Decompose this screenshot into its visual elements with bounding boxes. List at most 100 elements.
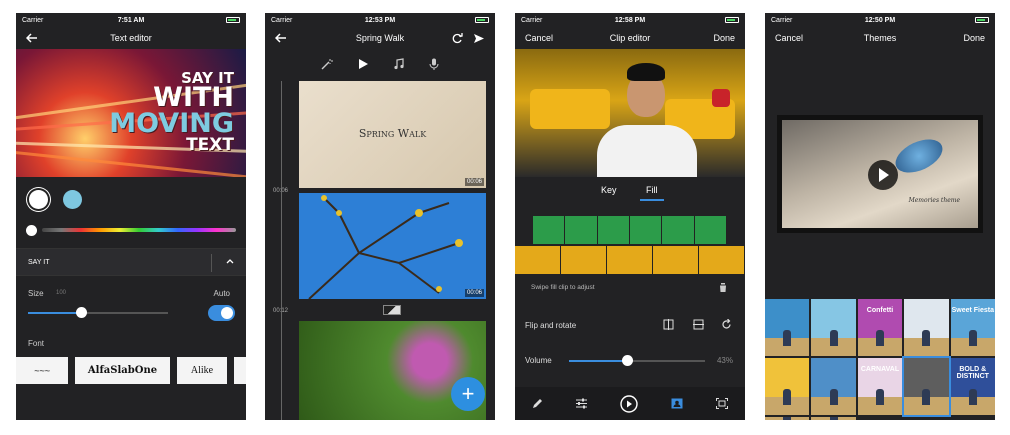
theme-label: Sweet Fiesta bbox=[951, 307, 994, 314]
add-clip-button[interactable]: + bbox=[451, 377, 485, 411]
toolbar bbox=[265, 53, 495, 75]
auto-toggle[interactable] bbox=[208, 305, 235, 321]
animated-text: SAY IT WITH MOVING TEXT bbox=[109, 70, 234, 155]
theme-tile[interactable] bbox=[765, 299, 810, 356]
volume-label: Volume bbox=[525, 356, 552, 365]
tab-fill[interactable]: Fill bbox=[646, 185, 658, 195]
magic-wand-icon[interactable] bbox=[321, 58, 333, 70]
refresh-icon[interactable] bbox=[452, 32, 463, 44]
nav-bar: Spring Walk bbox=[265, 27, 495, 49]
status-bar: Carrier 12:53 PM bbox=[265, 13, 495, 27]
trash-icon[interactable] bbox=[719, 283, 727, 292]
flip-vertical-icon[interactable] bbox=[693, 319, 704, 330]
key-clip-strip[interactable] bbox=[533, 216, 727, 244]
microphone-icon[interactable] bbox=[429, 58, 439, 70]
color-spectrum-slider[interactable] bbox=[42, 228, 236, 232]
play-icon[interactable] bbox=[620, 394, 638, 413]
adjust-icon[interactable] bbox=[575, 398, 587, 409]
clip-duration: 00:06 bbox=[464, 289, 484, 297]
theme-figure bbox=[875, 389, 884, 405]
flip-rotate-label: Flip and rotate bbox=[525, 321, 577, 330]
flip-horizontal-icon[interactable] bbox=[663, 319, 674, 330]
volume-value: 43% bbox=[716, 356, 733, 365]
send-icon[interactable] bbox=[473, 33, 485, 44]
play-button[interactable] bbox=[868, 160, 898, 190]
clock: 12:53 PM bbox=[364, 16, 396, 24]
theme-tile[interactable]: VINTAGE bbox=[765, 417, 810, 420]
font-option[interactable] bbox=[234, 357, 246, 384]
clock: 12:50 PM bbox=[864, 16, 896, 24]
theme-figure bbox=[922, 330, 931, 346]
video-clip[interactable]: 00:06 bbox=[299, 193, 486, 299]
clip-title: Spring Walk bbox=[358, 127, 427, 140]
battery-icon bbox=[725, 17, 739, 23]
color-swatch-blue[interactable] bbox=[63, 190, 82, 209]
nav-bar: Text editor bbox=[16, 27, 246, 49]
theme-figure bbox=[783, 389, 792, 405]
chevron-up-icon[interactable] bbox=[226, 258, 234, 264]
font-option-alfaslabone[interactable]: AlfaSlabOne bbox=[75, 357, 170, 384]
done-button[interactable]: Done bbox=[963, 33, 985, 43]
timestamp: 00:06 bbox=[273, 188, 289, 194]
battery-icon bbox=[975, 17, 989, 23]
theme-tile[interactable] bbox=[811, 358, 856, 415]
play-icon bbox=[879, 168, 889, 182]
rotate-icon[interactable] bbox=[721, 319, 732, 330]
auto-label: Auto bbox=[213, 289, 230, 298]
font-label: Font bbox=[28, 339, 45, 348]
page-title: Text editor bbox=[110, 33, 152, 43]
theme-label: CARNAVAL bbox=[860, 366, 900, 373]
theme-tile[interactable] bbox=[765, 358, 810, 415]
size-value: 100 bbox=[56, 290, 67, 296]
color-picker-handle[interactable] bbox=[26, 225, 37, 236]
theme-label: BOLD & DISTINCT bbox=[956, 366, 989, 380]
transition-icon[interactable] bbox=[383, 305, 401, 315]
title-clip[interactable]: Spring Walk 00:06 bbox=[299, 81, 486, 188]
tab-key[interactable]: Key bbox=[601, 185, 617, 195]
clock: 7:51 AM bbox=[117, 16, 145, 24]
pencil-icon[interactable] bbox=[532, 398, 543, 409]
music-note-icon[interactable] bbox=[393, 58, 405, 70]
crop-frame-icon[interactable] bbox=[716, 398, 729, 409]
timeline-line bbox=[281, 81, 282, 420]
theme-label: Confetti bbox=[866, 307, 894, 314]
clock: 12:58 PM bbox=[614, 16, 646, 24]
preview-caption: Memories theme bbox=[908, 197, 960, 204]
theme-tile[interactable] bbox=[811, 299, 856, 356]
theme-tile[interactable] bbox=[904, 299, 949, 356]
theme-tile[interactable]: Sweet Fiesta bbox=[950, 299, 995, 356]
theme-tile[interactable]: ICY BLAST bbox=[811, 417, 856, 420]
nav-bar: Cancel Themes Done bbox=[765, 27, 995, 49]
theme-tile[interactable]: Confetti bbox=[857, 299, 903, 356]
status-bar: Carrier 12:58 PM bbox=[515, 13, 745, 27]
fill-clip-strip[interactable] bbox=[515, 246, 745, 274]
page-title: Themes bbox=[863, 33, 897, 43]
theme-figure bbox=[829, 417, 838, 420]
theme-preview[interactable]: Memories theme bbox=[777, 115, 983, 233]
font-option-alike[interactable]: Alike bbox=[177, 357, 227, 384]
theme-tile[interactable]: BOLD & DISTINCT bbox=[950, 358, 995, 415]
theme-tile[interactable]: CARNAVAL bbox=[857, 358, 903, 415]
text-line: TEXT bbox=[186, 134, 234, 155]
bottom-toolbar bbox=[515, 387, 745, 420]
color-swatch-white[interactable] bbox=[29, 190, 48, 209]
text-section-header[interactable]: SAY IT bbox=[16, 248, 246, 276]
size-slider-fill bbox=[28, 312, 82, 314]
volume-slider-handle[interactable] bbox=[622, 355, 634, 366]
theme-tile[interactable] bbox=[902, 356, 951, 417]
theme-figure bbox=[968, 389, 977, 405]
volume-slider-fill bbox=[569, 360, 628, 362]
section-label: SAY IT bbox=[28, 258, 50, 266]
done-button[interactable]: Done bbox=[713, 33, 735, 43]
theme-figure bbox=[875, 330, 884, 346]
play-icon[interactable] bbox=[357, 58, 369, 70]
theme-figure bbox=[829, 389, 838, 405]
text-editor-screen: Carrier 7:51 AM Text editor SAY IT WITH … bbox=[16, 13, 246, 420]
size-slider-handle[interactable] bbox=[76, 307, 88, 318]
swipe-hint: Swipe fill clip to adjust bbox=[531, 284, 595, 291]
battery-icon bbox=[475, 17, 489, 23]
battery-icon bbox=[226, 17, 240, 23]
font-option[interactable]: ~~~ bbox=[16, 357, 68, 384]
theme-figure bbox=[829, 330, 838, 346]
green-screen-icon[interactable] bbox=[671, 398, 683, 409]
